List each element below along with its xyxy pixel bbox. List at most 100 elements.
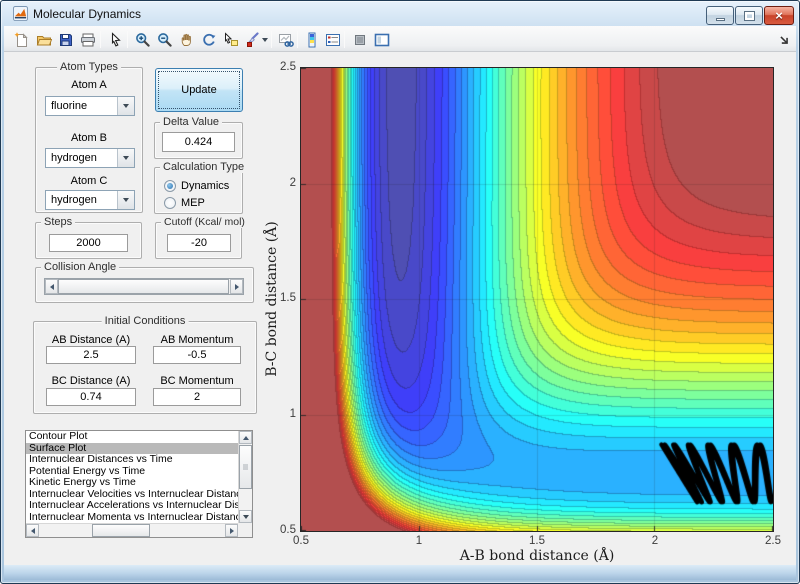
atom-c-label: Atom C — [70, 175, 108, 187]
rotate-3d-button[interactable] — [199, 30, 218, 49]
toolbar-separator — [271, 31, 272, 48]
plot-type-listbox[interactable]: Contour Plot Surface Plot Internuclear Dis… — [25, 430, 253, 538]
colorbar-button[interactable] — [302, 30, 321, 49]
close-icon: × — [775, 8, 783, 23]
slider-thumb[interactable] — [58, 279, 229, 294]
bc-distance-field[interactable]: 0.74 — [46, 388, 136, 406]
x-tick-label: 2.5 — [765, 535, 781, 547]
rotate-3d-icon — [202, 33, 215, 46]
minimize-icon — [715, 17, 725, 21]
scroll-down-button[interactable] — [239, 510, 252, 523]
pan-button[interactable] — [177, 30, 196, 49]
brush-menu-caret-icon — [261, 37, 268, 42]
matlab-app-icon — [13, 6, 28, 21]
x-tick-label: 0.5 — [293, 535, 309, 547]
link-plot-button[interactable] — [276, 30, 295, 49]
chevron-down-icon — [123, 104, 129, 108]
zoom-out-button[interactable] — [155, 30, 174, 49]
atom-a-dropdown[interactable]: fluorine — [45, 96, 135, 116]
mep-radio-label: MEP — [181, 197, 205, 209]
listbox-items: Contour Plot Surface Plot Internuclear Dis… — [26, 431, 238, 523]
print-button[interactable] — [78, 30, 97, 49]
dynamics-radio-label: Dynamics — [181, 180, 230, 192]
steps-panel: Steps 2000 — [35, 216, 142, 259]
delta-value-title: Delta Value — [160, 116, 223, 128]
pan-hand-icon — [181, 33, 191, 46]
list-item[interactable]: Internuclear Velocities vs Internuclear … — [26, 489, 238, 501]
collision-angle-slider[interactable] — [44, 278, 244, 295]
list-item[interactable]: Contour Plot — [26, 431, 238, 443]
mep-radio[interactable] — [164, 197, 176, 209]
x-tick-label: 1 — [415, 535, 423, 547]
toolbar-separator — [100, 31, 101, 48]
brush-menu-button[interactable] — [259, 30, 270, 49]
pes-plot-axes[interactable] — [300, 67, 774, 532]
cutoff-field[interactable]: -20 — [167, 234, 231, 252]
scrollbar-corner — [238, 523, 252, 537]
zoom-in-button[interactable] — [133, 30, 152, 49]
dropdown-button[interactable] — [117, 191, 134, 209]
initial-conditions-panel: Initial Conditions AB Distance (A) AB Mo… — [33, 315, 257, 414]
atom-b-dropdown[interactable]: hydrogen — [45, 148, 135, 168]
minimize-button[interactable] — [706, 6, 734, 25]
data-cursor-icon — [224, 31, 238, 46]
dynamics-radio[interactable] — [164, 180, 176, 192]
atom-b-label: Atom B — [70, 132, 108, 144]
list-item[interactable]: Kinetic Energy vs Time — [26, 477, 238, 489]
legend-button[interactable] — [323, 30, 342, 49]
list-item[interactable]: Internuclear Accelerations vs Internucle… — [26, 500, 238, 512]
list-item[interactable]: Potential Energy vs Time — [26, 466, 238, 478]
scroll-left-button[interactable] — [26, 524, 39, 537]
bc-momentum-label: BC Momentum — [160, 375, 234, 387]
delta-value-field[interactable]: 0.424 — [162, 132, 235, 152]
scroll-right-button[interactable] — [225, 524, 238, 537]
bc-momentum-field[interactable]: 2 — [153, 388, 241, 406]
ab-distance-field[interactable]: 2.5 — [46, 346, 136, 364]
show-plot-tools-button[interactable] — [372, 30, 391, 49]
new-file-button[interactable] — [12, 30, 31, 49]
legend-icon — [325, 33, 340, 46]
dropdown-button[interactable] — [117, 149, 134, 167]
slider-left-arrow-button[interactable] — [45, 279, 58, 294]
maximize-button[interactable] — [735, 6, 763, 25]
delta-value-panel: Delta Value 0.424 — [154, 116, 243, 159]
pointer-tool-button[interactable] — [106, 30, 125, 49]
dropdown-button[interactable] — [117, 97, 134, 115]
contour-plot-canvas[interactable] — [301, 68, 773, 531]
save-button[interactable] — [56, 30, 75, 49]
chevron-down-icon — [123, 198, 129, 202]
list-item[interactable]: Surface Plot — [26, 442, 238, 454]
slider-right-arrow-button[interactable] — [230, 279, 243, 294]
toolbar-separator — [127, 31, 128, 48]
window-bottom-border — [4, 565, 796, 580]
list-item[interactable]: Internuclear Momenta vs Internuclear Dis… — [26, 512, 238, 524]
horizontal-scroll-thumb[interactable] — [92, 524, 150, 537]
arrow-right-icon — [234, 283, 239, 290]
steps-field[interactable]: 2000 — [49, 234, 128, 252]
bc-distance-label: BC Distance (A) — [51, 375, 131, 387]
listbox-vertical-scrollbar[interactable] — [238, 431, 252, 523]
data-cursor-button[interactable] — [221, 30, 240, 49]
atom-c-dropdown[interactable]: hydrogen — [45, 190, 135, 210]
arrow-up-icon — [242, 435, 249, 440]
vertical-scroll-thumb[interactable] — [239, 445, 252, 489]
calculation-type-panel: Calculation Type Dynamics MEP — [154, 161, 248, 214]
list-item[interactable]: Internuclear Distances vs Time — [26, 454, 238, 466]
open-file-button[interactable] — [34, 30, 53, 49]
hide-plot-tools-button[interactable] — [350, 30, 369, 49]
chevron-down-icon — [123, 156, 129, 160]
dock-figure-button[interactable] — [774, 30, 793, 49]
link-plot-icon — [278, 33, 294, 47]
steps-title: Steps — [41, 216, 76, 228]
hide-plot-tools-icon — [354, 34, 365, 45]
scroll-up-button[interactable] — [239, 431, 252, 444]
toolbar-separator — [297, 31, 298, 48]
listbox-horizontal-scrollbar[interactable] — [26, 523, 238, 537]
cutoff-title: Cutoff (Kcal/ mol) — [161, 216, 248, 228]
open-folder-icon — [36, 35, 52, 45]
update-button[interactable]: Update — [155, 68, 243, 112]
calculation-type-title: Calculation Type — [160, 161, 248, 173]
ab-momentum-field[interactable]: -0.5 — [153, 346, 241, 364]
close-button[interactable]: × — [764, 6, 794, 25]
collision-angle-title: Collision Angle — [41, 261, 120, 273]
